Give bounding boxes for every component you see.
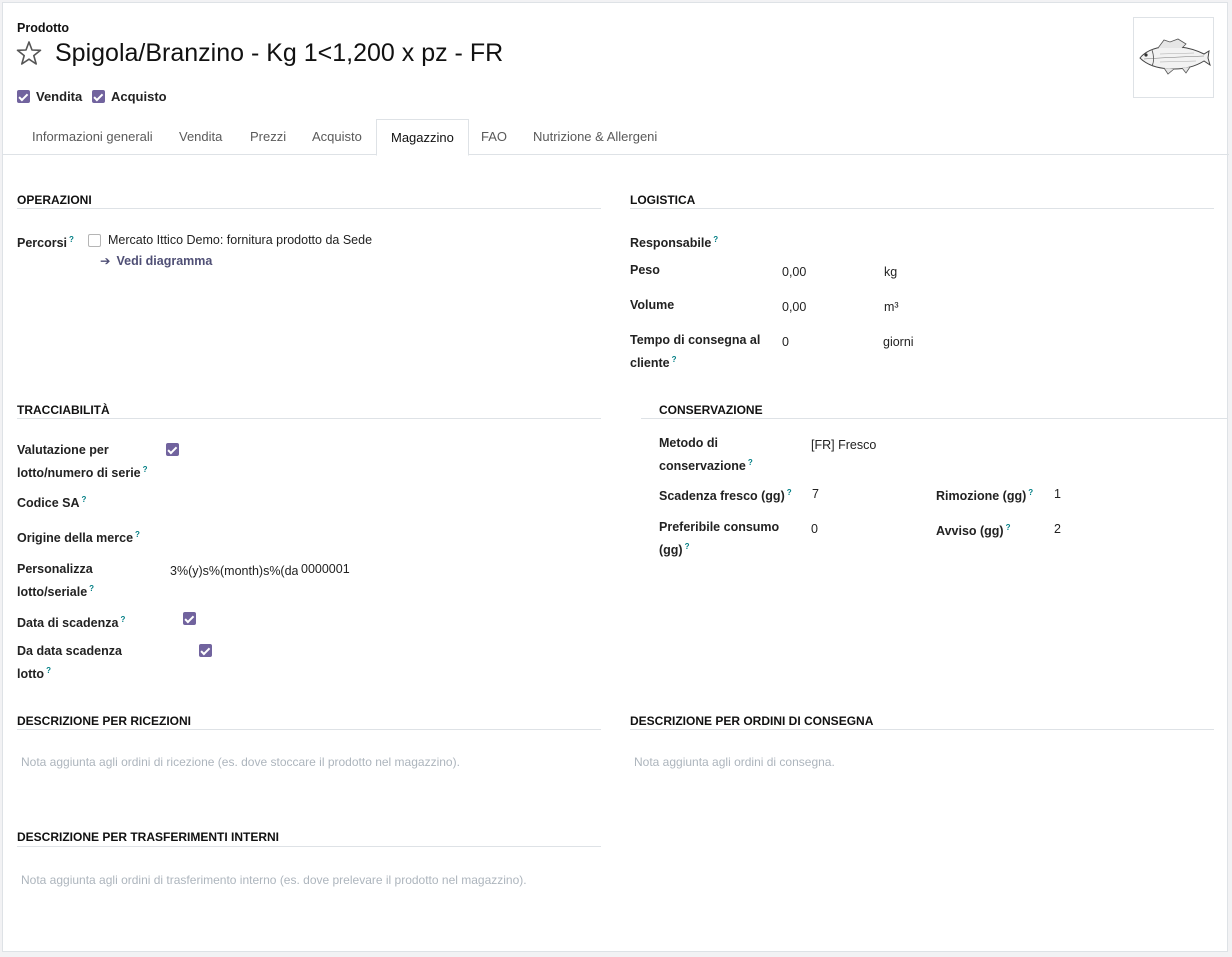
da-data-scadenza-checkbox[interactable] [199, 644, 213, 657]
help-icon[interactable]: ? [82, 495, 87, 504]
avviso-input[interactable]: 2 [1054, 522, 1061, 536]
help-icon[interactable]: ? [787, 488, 792, 497]
section-tracciabilita-title: TRACCIABILITÀ [17, 403, 110, 417]
help-icon[interactable]: ? [748, 458, 753, 467]
valutazione-checkbox[interactable] [166, 443, 179, 456]
peso-unit: kg [884, 265, 898, 279]
consegna-unit: giorni [883, 335, 914, 349]
metodo-select[interactable]: [FR] Fresco [811, 438, 876, 452]
section-conservazione-title: CONSERVAZIONE [659, 403, 763, 417]
scadenza-fresco-label: Scadenza fresco (gg)? [659, 488, 792, 504]
data-scadenza-checkbox[interactable] [182, 612, 196, 625]
arrow-right-icon: ➔ [100, 254, 111, 268]
section-divider [17, 729, 601, 730]
help-icon[interactable]: ? [89, 584, 94, 593]
interni-note-input[interactable]: Nota aggiunta agli ordini di trasferimen… [21, 873, 527, 887]
help-icon[interactable]: ? [135, 530, 140, 539]
purchase-label: Acquisto [111, 89, 167, 104]
valutazione-label: Valutazione per lotto/numero di serie? [17, 443, 148, 481]
help-icon[interactable]: ? [685, 542, 690, 551]
section-interni-title: DESCRIZIONE PER TRASFERIMENTI INTERNI [17, 830, 280, 844]
preferibile-label: Preferibile consumo (gg)? [659, 520, 780, 558]
favorite-star-icon[interactable] [15, 39, 43, 67]
tab-nutrizione-allergeni[interactable]: Nutrizione & Allergeni [519, 119, 671, 155]
notebook-tabs: Informazioni generali Vendita Prezzi Acq… [3, 119, 1229, 156]
breadcrumb[interactable]: Prodotto [17, 21, 69, 35]
tab-vendita[interactable]: Vendita [165, 119, 236, 155]
route-option[interactable]: Mercato Ittico Demo: fornitura prodotto … [88, 233, 372, 247]
fish-image-icon [1139, 38, 1211, 75]
avviso-label: Avviso (gg)? [936, 523, 1011, 539]
product-form-sheet: Prodotto Spigola/Branzino - Kg 1<1,200 x… [2, 2, 1229, 952]
lot-prefix-input[interactable]: 3%(y)s%(month)s%(day [170, 564, 298, 578]
codice-sa-label: Codice SA? [17, 495, 87, 511]
route-option-label: Mercato Ittico Demo: fornitura prodotto … [108, 233, 373, 247]
view-diagram-label: Vedi diagramma [116, 253, 213, 268]
help-icon[interactable]: ? [1006, 523, 1011, 532]
metodo-label: Metodo di conservazione? [659, 436, 753, 474]
product-image[interactable] [1133, 17, 1214, 98]
consegna-note-input[interactable]: Nota aggiunta agli ordini di consegna. [634, 755, 835, 769]
volume-label: Volume [630, 298, 675, 312]
tab-acquisto[interactable]: Acquisto [298, 119, 376, 155]
responsabile-label: Responsabile? [630, 235, 719, 251]
help-icon[interactable]: ? [672, 355, 677, 364]
peso-input[interactable]: 0,00 [782, 265, 806, 279]
da-data-scadenza-label: Da data scadenza lotto? [17, 644, 122, 682]
section-divider [17, 208, 601, 209]
help-icon[interactable]: ? [143, 465, 148, 474]
ricezioni-note-input[interactable]: Nota aggiunta agli ordini di ricezione (… [21, 755, 460, 769]
section-logistica-title: LOGISTICA [630, 193, 696, 207]
preferibile-input[interactable]: 0 [811, 522, 818, 536]
section-operazioni-title: OPERAZIONI [17, 193, 92, 207]
scadenza-fresco-input[interactable]: 7 [812, 487, 819, 501]
section-divider [630, 729, 1214, 730]
section-divider [17, 846, 601, 847]
sale-label: Vendita [36, 89, 83, 104]
tab-magazzino[interactable]: Magazzino [376, 119, 469, 156]
origine-label: Origine della merce? [17, 530, 140, 546]
volume-unit: m³ [884, 300, 899, 314]
tab-prezzi[interactable]: Prezzi [236, 119, 300, 155]
tab-informazioni-generali[interactable]: Informazioni generali [18, 119, 167, 155]
tab-fao[interactable]: FAO [467, 119, 521, 155]
section-divider [641, 418, 1227, 419]
purchase-checkbox-group[interactable]: Acquisto [92, 89, 167, 104]
data-scadenza-label: Data di scadenza? [17, 615, 126, 631]
route-checkbox[interactable] [88, 233, 101, 247]
lot-sequence-input[interactable]: 0000001 [301, 562, 350, 576]
peso-label: Peso [630, 263, 660, 277]
help-icon[interactable]: ? [1028, 488, 1033, 497]
rimozione-label: Rimozione (gg)? [936, 488, 1034, 504]
personalizza-label: Personalizza lotto/seriale? [17, 562, 95, 600]
consegna-input[interactable]: 0 [782, 335, 789, 349]
rimozione-input[interactable]: 1 [1054, 487, 1061, 501]
help-icon[interactable]: ? [69, 235, 74, 244]
help-icon[interactable]: ? [713, 235, 718, 244]
volume-input[interactable]: 0,00 [782, 300, 806, 314]
product-name-field[interactable]: Spigola/Branzino - Kg 1<1,200 x pz - FR [55, 39, 503, 68]
sale-checkbox[interactable] [17, 90, 30, 103]
help-icon[interactable]: ? [120, 615, 125, 624]
purchase-checkbox[interactable] [92, 90, 105, 103]
section-consegna-title: DESCRIZIONE PER ORDINI DI CONSEGNA [630, 714, 874, 728]
section-divider [17, 418, 601, 419]
sale-checkbox-group[interactable]: Vendita [17, 89, 82, 104]
section-ricezioni-title: DESCRIZIONE PER RICEZIONI [17, 714, 192, 728]
help-icon[interactable]: ? [46, 666, 51, 675]
consegna-label: Tempo di consegna al cliente? [630, 333, 761, 371]
view-diagram-link[interactable]: ➔ Vedi diagramma [100, 253, 213, 269]
section-divider [630, 208, 1214, 209]
percorsi-label: Percorsi? [17, 235, 74, 251]
